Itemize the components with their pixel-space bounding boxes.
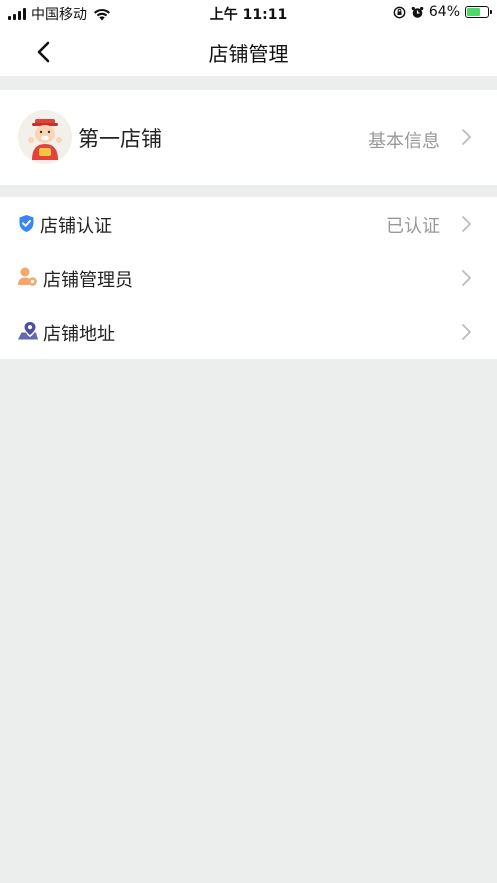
row-label-address: 店铺地址 [43, 324, 115, 345]
store-admin-row[interactable]: 店铺管理员 [0, 251, 497, 305]
battery-percent: 64% [428, 4, 460, 20]
chevron-right-icon [462, 324, 471, 340]
location-pin-icon [18, 322, 38, 340]
alarm-icon [411, 6, 424, 18]
chevron-right-icon [462, 129, 471, 145]
page-title: 店铺管理 [208, 42, 289, 66]
shield-check-icon [19, 215, 34, 232]
nav-bar: 店铺管理 [0, 26, 497, 76]
rotation-lock-icon [393, 6, 406, 18]
user-gear-icon [18, 267, 37, 286]
chevron-right-icon [462, 216, 471, 232]
basic-info-label: 基本信息 [368, 131, 440, 152]
store-card[interactable]: 第一店铺 基本信息 [0, 90, 497, 185]
fortune-god-avatar-icon [18, 110, 72, 164]
store-menu-list: 店铺认证 已认证 店铺管理员 店铺地址 [0, 197, 497, 359]
certification-status: 已认证 [386, 216, 440, 237]
battery-icon [465, 6, 492, 18]
status-right: 64% [393, 4, 492, 20]
store-address-row[interactable]: 店铺地址 [0, 305, 497, 359]
status-bar: 中国移动 上午 11:11 64% [0, 0, 497, 26]
row-label-certification: 店铺认证 [40, 216, 112, 237]
chevron-right-icon [462, 270, 471, 286]
store-avatar [18, 110, 72, 164]
store-certification-row[interactable]: 店铺认证 已认证 [0, 197, 497, 251]
store-name: 第一店铺 [78, 127, 162, 151]
row-label-admin: 店铺管理员 [43, 270, 133, 291]
